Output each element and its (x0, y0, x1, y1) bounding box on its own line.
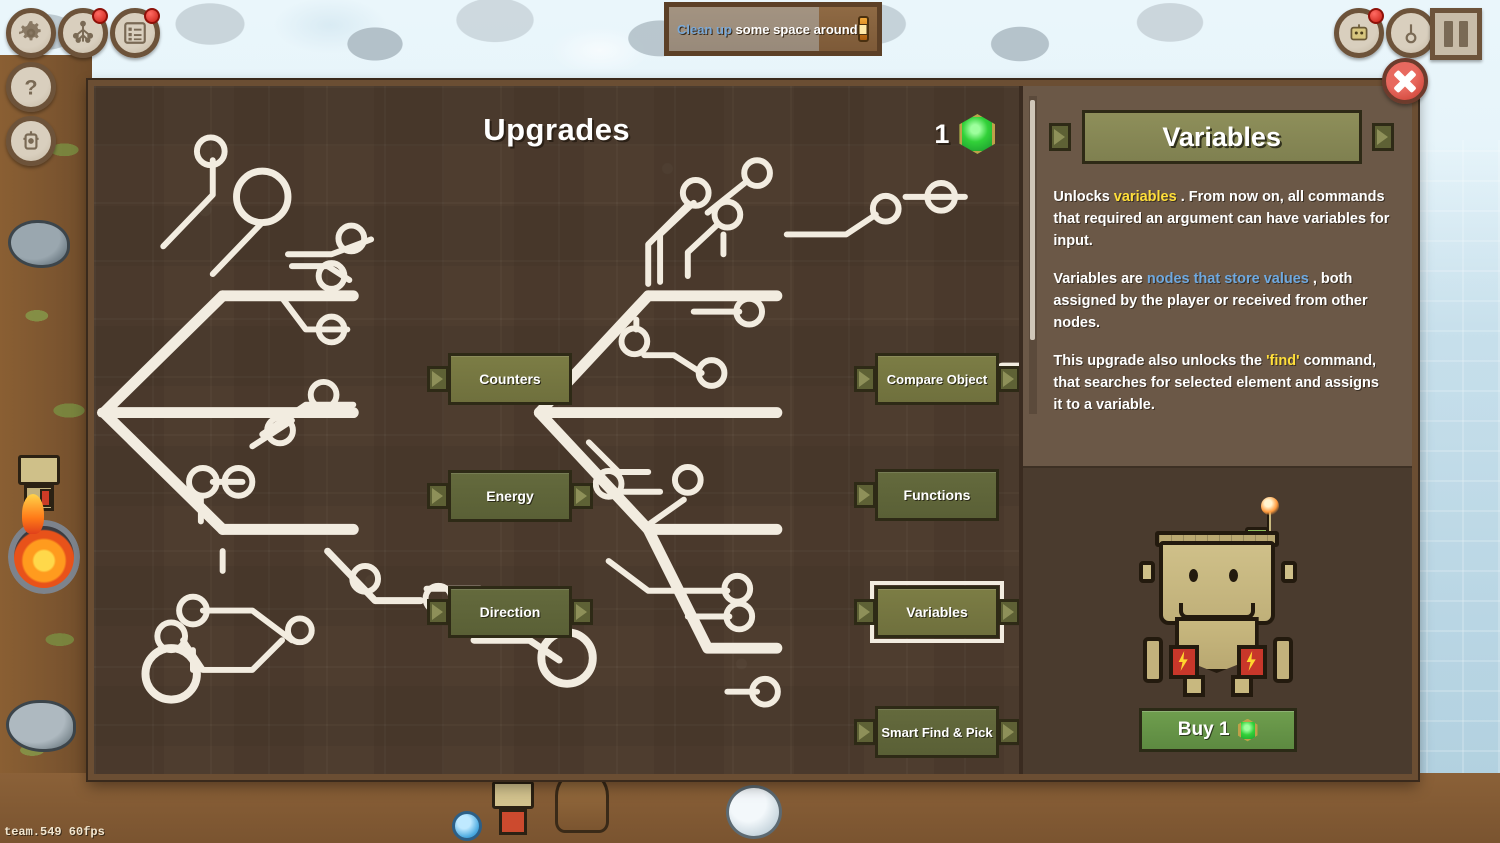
world-rock (8, 220, 70, 268)
upgrade-node-functions[interactable]: Functions (854, 469, 999, 521)
description-paragraph: Variables are nodes that store values , … (1053, 268, 1390, 334)
page-title: Upgrades (483, 112, 631, 147)
description-text-run: 'find' (1266, 353, 1300, 370)
robot-inventory-button[interactable] (6, 116, 56, 166)
description-paragraph: This upgrade also unlocks the 'find' com… (1053, 350, 1390, 416)
robot-character-icon (1133, 497, 1303, 700)
world-campfire-sprite (8, 494, 80, 594)
currency-counter: 1 (934, 114, 996, 154)
detail-title-plaque-wrap: Variables (1049, 110, 1394, 164)
green-gem-icon (1237, 718, 1258, 742)
quest-banner[interactable]: Clean up some space around (664, 2, 882, 56)
tech-tree-button[interactable] (58, 8, 108, 58)
robot-status-button[interactable] (1334, 8, 1384, 58)
detail-description: Unlocks variables . From now on, all com… (1053, 186, 1390, 416)
chest-icon (857, 16, 869, 42)
upgrade-node-label: Counters (479, 371, 541, 387)
world-stone-sprite (726, 785, 782, 839)
node-connector-right-icon (998, 599, 1020, 625)
upgrade-node-compare-object[interactable]: Compare Object (854, 353, 1020, 405)
detail-title: Variables (1162, 121, 1281, 152)
pause-icon (1459, 21, 1468, 47)
help-button[interactable]: ? (6, 62, 56, 112)
settings-button[interactable] (6, 8, 56, 58)
game-screen: ? Clean up some space around Upgrades 1 … (0, 0, 1500, 843)
node-connector-right-icon (571, 599, 593, 625)
node-connector-left-icon (854, 599, 876, 625)
close-button[interactable] (1382, 58, 1428, 104)
upgrade-node-smart-find-pick[interactable]: Smart Find & Pick (854, 706, 1020, 758)
buy-button-label: Buy 1 (1177, 719, 1230, 740)
plaque-connector-right-icon (1372, 123, 1394, 151)
upgrades-window: Upgrades 1 Counters Energy Direction Compar… (88, 80, 1418, 780)
robot-head-icon (1346, 20, 1372, 46)
quest-text: Clean up some space around (677, 22, 858, 37)
node-connector-left-icon (427, 366, 449, 392)
circuit-traces (96, 134, 1020, 731)
tech-tree-pane: Upgrades 1 Counters Energy Direction Compar… (94, 86, 1024, 774)
gear-icon (18, 20, 44, 46)
circuit-icon (70, 20, 96, 46)
description-text-run: variables (1113, 189, 1177, 205)
pause-icon (1444, 21, 1453, 47)
upgrade-node-energy[interactable]: Energy (427, 470, 593, 522)
detail-title-plaque: Variables (1081, 110, 1362, 164)
upgrade-node-counters[interactable]: Counters (427, 353, 572, 405)
currency-amount: 1 (934, 118, 950, 149)
world-tree-sprite (555, 771, 609, 833)
detail-preview-section: Buy 1 (1023, 466, 1412, 774)
thermometer-icon (1398, 20, 1424, 46)
node-connector-left-icon (427, 599, 449, 625)
description-text-run: nodes that store values (1146, 271, 1309, 288)
status-line: team.549 60fps (4, 825, 105, 839)
quest-text-highlight: Clean up (677, 21, 732, 37)
robot-slot-icon (18, 128, 44, 154)
notification-badge (1368, 8, 1384, 24)
buy-button[interactable]: Buy 1 (1138, 708, 1297, 752)
pause-button[interactable] (1430, 8, 1482, 60)
upgrade-node-label: Compare Object (886, 371, 988, 387)
description-text-run: Variables are (1053, 271, 1147, 288)
list-icon (122, 20, 148, 46)
node-connector-left-icon (854, 366, 876, 392)
upgrade-node-label: Smart Find & Pick (881, 724, 993, 740)
node-connector-right-icon (571, 483, 593, 509)
world-orb-sprite (452, 811, 482, 841)
detail-top-section: Variables Unlocks variables . From now o… (1023, 86, 1412, 466)
upgrade-detail-pane: Variables Unlocks variables . From now o… (1023, 86, 1412, 774)
upgrade-node-variables[interactable]: Variables (854, 581, 1020, 643)
svg-text:?: ? (24, 75, 37, 100)
node-connector-left-icon (854, 482, 876, 508)
upgrade-node-label: Variables (906, 604, 968, 620)
node-connector-right-icon (998, 366, 1020, 392)
tasks-button[interactable] (110, 8, 160, 58)
world-rock (6, 700, 76, 752)
description-text-run: This upgrade also unlocks the (1053, 353, 1267, 370)
notification-badge (144, 8, 160, 24)
upgrade-node-direction[interactable]: Direction (427, 586, 593, 638)
green-gem-icon (959, 114, 996, 154)
upgrade-node-label: Direction (479, 604, 541, 620)
description-text-run: Unlocks (1053, 189, 1114, 205)
upgrade-node-label: Energy (486, 488, 534, 504)
notification-badge (92, 8, 108, 24)
question-mark-icon: ? (18, 74, 44, 100)
node-connector-left-icon (427, 483, 449, 509)
node-connector-right-icon (998, 719, 1020, 745)
upgrade-node-label: Functions (903, 487, 971, 503)
quest-text-rest: some space around (731, 21, 858, 37)
world-robot-sprite (492, 781, 536, 839)
temperature-button[interactable] (1386, 8, 1436, 58)
plaque-connector-left-icon (1049, 123, 1072, 151)
description-paragraph: Unlocks variables . From now on, all com… (1053, 186, 1390, 252)
node-connector-left-icon (854, 719, 876, 745)
